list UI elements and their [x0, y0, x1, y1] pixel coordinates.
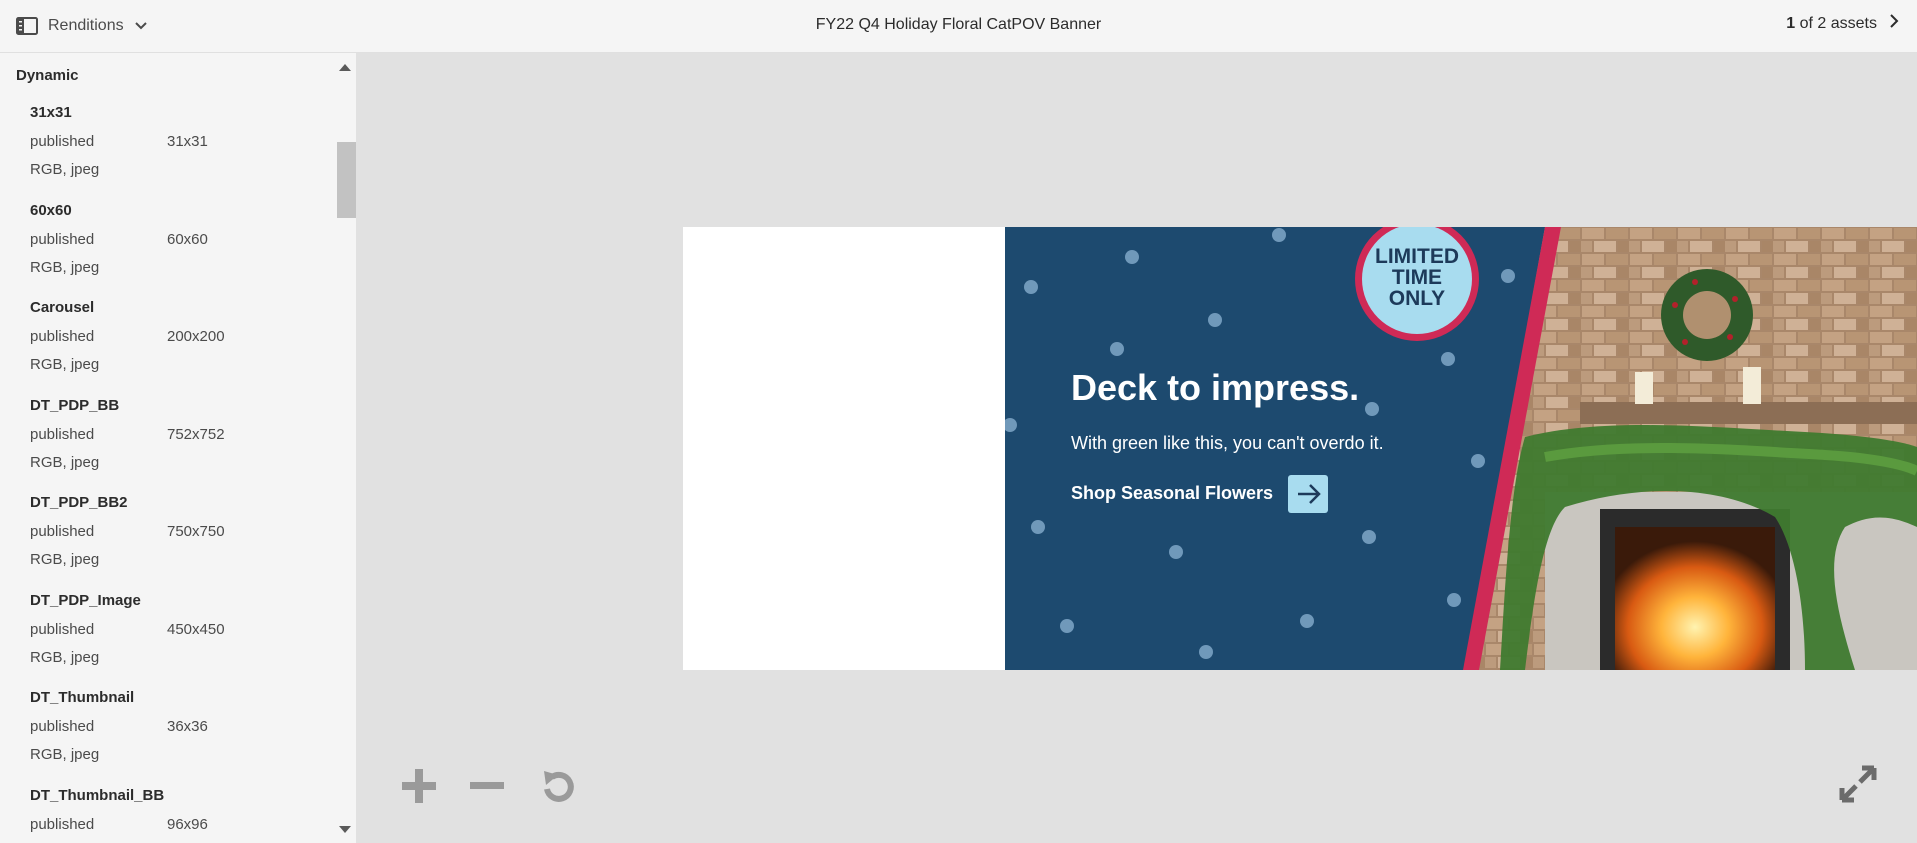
rendition-name: 31x31 [30, 104, 72, 121]
rendition-format: RGB, jpeg [30, 161, 100, 178]
asset-title: FY22 Q4 Holiday Floral CatPOV Banner [815, 16, 1102, 33]
rendition-item[interactable]: DT_PDP_Image published 450x450 RGB, jpeg [30, 592, 330, 690]
scrollbar-thumb[interactable] [337, 142, 356, 218]
rendition-name: DT_PDP_Image [30, 591, 141, 609]
reset-zoom-button[interactable] [538, 767, 578, 812]
banner-headline: Deck to impress. [1071, 367, 1359, 408]
rendition-item[interactable]: DT_Thumbnail published 36x36 RGB, jpeg [30, 689, 330, 787]
rendition-size: 31x31 [167, 133, 208, 150]
rendition-name: DT_PDP_BB [30, 396, 120, 414]
rendition-status: published [30, 425, 95, 443]
rendition-status: published [30, 133, 95, 150]
rendition-format: RGB, jpeg [30, 258, 100, 276]
rendition-size: 200x200 [167, 328, 225, 345]
rendition-item[interactable]: DT_Thumbnail_BB published 96x96 [30, 787, 330, 843]
rendition-status: published [30, 815, 95, 833]
rendition-status: published [30, 230, 95, 248]
rendition-status: published [30, 328, 95, 345]
rendition-item[interactable]: DT_PDP_BB published 752x752 RGB, jpeg [30, 397, 330, 495]
renditions-panel: Dynamic 31x31 published 31x31 RGB, jpeg 6… [0, 53, 334, 843]
rendition-size: 752x752 [167, 425, 225, 443]
rendition-name: DT_Thumbnail [30, 689, 135, 706]
rendition-format: RGB, jpeg [30, 356, 100, 373]
rendition-size: 450x450 [167, 620, 225, 638]
rendition-format: RGB, jpeg [30, 453, 100, 471]
banner-image: LIMITED TIME ONLY Deck to impress. With … [1005, 227, 1917, 670]
badge-line-2: TIME [1392, 266, 1442, 289]
rendition-item[interactable]: 31x31 published 31x31 RGB, jpeg [30, 104, 330, 202]
fullscreen-button[interactable] [1836, 762, 1880, 811]
rendition-item[interactable]: 60x60 published 60x60 RGB, jpeg [30, 202, 330, 300]
reset-icon [538, 771, 578, 811]
rendition-format: RGB, jpeg [30, 746, 100, 763]
fullscreen-icon [1836, 765, 1880, 810]
minus-icon [468, 782, 506, 809]
rendition-name: Carousel [30, 299, 95, 316]
section-heading: Dynamic [16, 67, 79, 84]
banner-cta-label: Shop Seasonal Flowers [1071, 483, 1273, 503]
rendition-item[interactable]: DT_PDP_BB2 published 750x750 RGB, jpeg [30, 494, 330, 592]
chevron-right-icon[interactable] [1889, 13, 1899, 34]
asset-pager: 1 of 2 assets [1786, 13, 1899, 34]
plus-icon [400, 769, 438, 809]
rendition-status: published [30, 620, 95, 638]
rendition-name: DT_Thumbnail_BB [30, 786, 165, 804]
scroll-down-arrow-icon[interactable] [339, 826, 351, 833]
scroll-up-arrow-icon[interactable] [339, 64, 351, 71]
rendition-size: 60x60 [167, 230, 208, 248]
badge-line-1: LIMITED [1375, 245, 1459, 268]
asset-preview: LIMITED TIME ONLY Deck to impress. With … [683, 227, 1917, 670]
rendition-format: RGB, jpeg [30, 648, 100, 666]
rendition-name: DT_PDP_BB2 [30, 494, 128, 511]
pager-current: 1 [1786, 14, 1796, 32]
pager-rest: of 2 assets [1799, 14, 1877, 32]
top-bar: Renditions FY22 Q4 Holiday Floral CatPOV… [0, 0, 1917, 53]
zoom-in-button[interactable] [400, 767, 438, 810]
rendition-status: published [30, 718, 95, 735]
rendition-size: 96x96 [167, 815, 208, 833]
zoom-out-button[interactable] [468, 767, 506, 810]
rendition-size: 750x750 [167, 523, 225, 540]
banner-subline: With green like this, you can't overdo i… [1071, 433, 1384, 453]
badge-line-3: ONLY [1389, 287, 1445, 310]
rendition-item[interactable]: Carousel published 200x200 RGB, jpeg [30, 299, 330, 397]
renditions-list: 31x31 published 31x31 RGB, jpeg 60x60 pub… [30, 104, 330, 843]
rendition-status: published [30, 523, 95, 540]
rendition-format: RGB, jpeg [30, 551, 100, 568]
rendition-size: 36x36 [167, 718, 208, 735]
rendition-name: 60x60 [30, 201, 72, 219]
